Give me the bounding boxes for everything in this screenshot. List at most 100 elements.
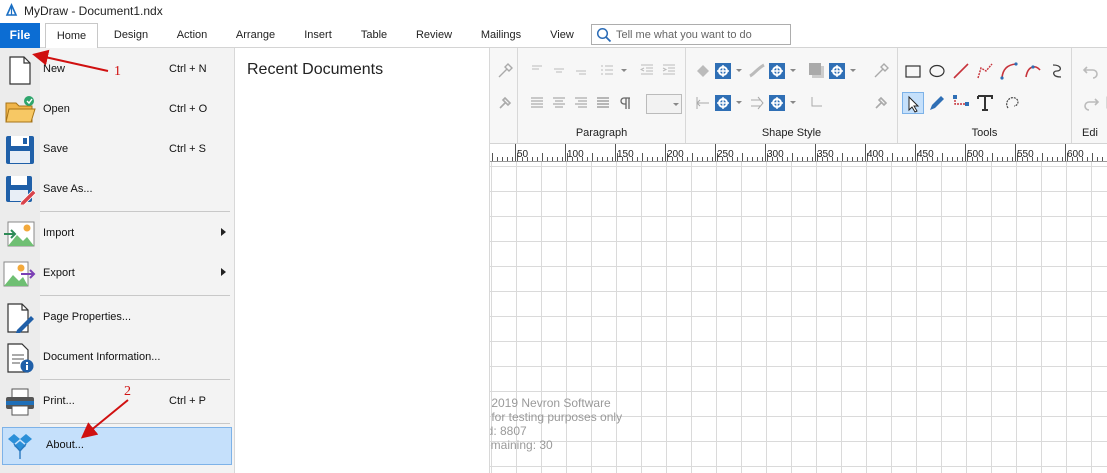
new-document-icon [9,56,31,85]
save-disk-icon [6,136,34,164]
tab-table[interactable]: Table [351,23,397,48]
end-arrow-icon[interactable] [748,94,766,112]
chevron-down-icon[interactable] [736,69,742,72]
connector-tool-icon[interactable] [952,94,970,112]
backstage-item-open[interactable]: Open Ctrl + O [0,91,234,129]
tab-insert[interactable]: Insert [294,23,342,48]
backstage-item-print[interactable]: Print... Ctrl + P [0,383,234,421]
ruler-tick [1037,157,1038,161]
align-middle-icon[interactable] [552,63,566,77]
pencil-tool-icon[interactable] [928,94,946,112]
drawing-canvas[interactable]: - 2019 Nevron Software - for testing pur… [490,162,1107,473]
chevron-down-icon[interactable] [850,69,856,72]
tab-home[interactable]: Home [45,23,98,49]
ruler-label: 300 [767,149,784,160]
backstage-item-document-information[interactable]: Document Information... [0,339,234,377]
fill-gear-icon[interactable] [714,62,732,80]
text-tool-icon[interactable] [976,94,994,112]
lasso-tool-icon[interactable] [1004,94,1022,112]
ruler-tick [502,157,503,161]
ruler-tick [552,157,553,161]
end-gear-icon[interactable] [768,94,786,112]
tab-design[interactable]: Design [104,23,158,48]
backstage-item-save-as[interactable]: Save As... [0,171,234,209]
group-label-tools: Tools [971,127,998,139]
ruler-tick [562,157,563,161]
line-brush-icon[interactable] [748,62,766,80]
ruler-tick [637,157,638,161]
ruler-tick [997,157,998,161]
ellipse-tool-icon[interactable] [928,62,946,80]
backstage-item-import[interactable]: Import [0,215,234,253]
justify-icon[interactable] [596,96,610,110]
freehand-tool-icon[interactable] [1048,62,1066,80]
polyline-tool-icon[interactable] [976,62,994,80]
backstage-item-save[interactable]: Save Ctrl + S [0,131,234,169]
eyedropper-icon[interactable] [496,62,514,80]
spacing-dropdown[interactable] [646,94,682,114]
shadow-icon[interactable] [808,62,826,80]
increase-indent-icon[interactable] [662,63,676,77]
chevron-down-icon[interactable] [736,101,742,104]
tab-mailings[interactable]: Mailings [471,23,531,48]
undo-icon[interactable] [1082,62,1100,80]
open-folder-icon [5,96,36,123]
bullets-icon[interactable] [600,63,614,77]
ruler-tick [797,157,798,161]
pointer-arrow-icon [908,95,920,113]
eyedropper-icon[interactable] [872,62,890,80]
ruler-tick [747,157,748,161]
watermark-line: ld: 8807 [490,424,527,438]
ruler-tick [1097,157,1098,161]
tab-action[interactable]: Action [166,23,218,48]
begin-gear-icon[interactable] [714,94,732,112]
align-right-icon[interactable] [574,96,588,110]
ruler-label: 550 [1017,149,1034,160]
backstage-item-label: Save [43,143,69,155]
tab-arrange[interactable]: Arrange [227,23,284,48]
backstage-item-page-properties[interactable]: Page Properties... [0,299,234,337]
ruler-tick [1092,153,1093,161]
tab-review[interactable]: Review [408,23,460,48]
format-painter-icon[interactable] [496,94,514,112]
horizontal-ruler[interactable]: 50 100 150 200 250 300 350 400 450 500 550 600 [490,144,1107,162]
fill-bucket-icon[interactable] [694,62,712,80]
ruler-major-tick [965,144,966,161]
format-painter-icon[interactable] [872,94,890,112]
ruler-tick [792,153,793,161]
pointer-tool-button[interactable] [902,92,924,114]
backstage-item-export[interactable]: Export [0,255,234,293]
redo-icon[interactable] [1082,94,1100,112]
line-tool-icon[interactable] [952,62,970,80]
align-left-icon[interactable] [530,96,544,110]
rectangle-tool-icon[interactable] [904,62,922,80]
shadow-gear-icon[interactable] [828,62,846,80]
ruler-major-tick [1065,144,1066,161]
chevron-down-icon[interactable] [621,69,627,72]
begin-arrow-icon[interactable] [694,94,712,112]
tell-me-input[interactable] [616,26,786,43]
chevron-down-icon[interactable] [790,101,796,104]
paragraph-mark-icon[interactable] [618,96,632,110]
arc-tool-icon[interactable] [1000,62,1018,80]
backstage-item-about[interactable]: About... [2,427,232,465]
connector-icon[interactable] [808,94,826,112]
ruler-tick [662,157,663,161]
bezier-tool-icon[interactable] [1024,62,1042,80]
line-gear-icon[interactable] [768,62,786,80]
ruler-label: 400 [867,149,884,160]
ruler-major-tick [565,144,566,161]
ruler-tick [737,157,738,161]
file-tab[interactable]: File [0,23,40,48]
backstage-item-label: About... [46,439,84,451]
tab-view[interactable]: View [540,23,584,48]
align-top-left-icon[interactable] [530,63,544,77]
align-center-icon[interactable] [552,96,566,110]
align-bottom-icon[interactable] [574,63,588,77]
ruler-tick [1007,157,1008,161]
chevron-down-icon[interactable] [790,69,796,72]
tell-me-search-box[interactable] [591,24,791,45]
ruler-tick [897,157,898,161]
decrease-indent-icon[interactable] [640,63,654,77]
ruler-tick [902,157,903,161]
